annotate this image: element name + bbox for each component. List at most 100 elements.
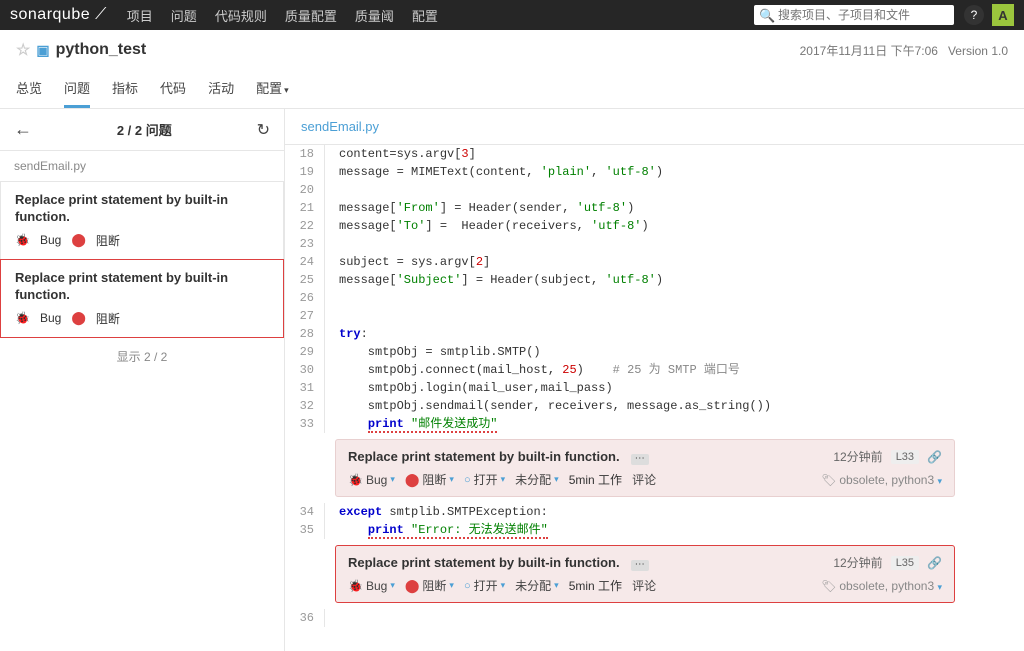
- search-box: 🔍: [754, 5, 954, 25]
- code-line: 35 print "Error: 无法发送邮件": [285, 521, 1024, 539]
- effort-label: 5min 工作: [569, 577, 622, 594]
- header-meta: 2017年11月11日 下午7:06 Version 1.0: [800, 42, 1008, 59]
- nav-projects[interactable]: 项目: [127, 6, 153, 25]
- line-number: 18: [285, 145, 325, 163]
- search-input[interactable]: [754, 5, 954, 25]
- line-number: 22: [285, 217, 325, 235]
- tab-overview[interactable]: 总览: [16, 70, 42, 108]
- tag-icon: 🏷: [821, 579, 836, 593]
- issue-age: 12分钟前: [833, 554, 882, 571]
- comments-button[interactable]: 评论: [632, 471, 656, 488]
- severity-selector[interactable]: ⬤阻断▾: [405, 577, 454, 594]
- line-number: 32: [285, 397, 325, 415]
- code-line: 25message['Subject'] = Header(subject, '…: [285, 271, 1024, 289]
- more-icon[interactable]: ⋯: [631, 454, 649, 465]
- code-line: 28try:: [285, 325, 1024, 343]
- code-line: 20: [285, 181, 1024, 199]
- sidebar-file-label: sendEmail.py: [0, 151, 284, 182]
- tags-selector[interactable]: 🏷obsolete, python3 ▾: [821, 473, 942, 487]
- severity-selector[interactable]: ⬤阻断▾: [405, 471, 454, 488]
- issue-inline[interactable]: Replace print statement by built-in func…: [335, 439, 955, 497]
- tabs: 总览 问题 指标 代码 活动 配置▾: [16, 70, 1008, 108]
- permalink-icon[interactable]: 🔗: [927, 556, 942, 570]
- tags-selector[interactable]: 🏷obsolete, python3 ▾: [821, 579, 942, 593]
- issue-type: Bug: [40, 311, 61, 325]
- effort-label: 5min 工作: [569, 471, 622, 488]
- tab-activity[interactable]: 活动: [208, 70, 234, 108]
- project-header: ☆ ▣ python_test 2017年11月11日 下午7:06 Versi…: [0, 30, 1024, 109]
- sidebar: ← 2 / 2 问题 ↻ sendEmail.py Replace print …: [0, 109, 285, 651]
- back-icon[interactable]: ←: [14, 119, 32, 140]
- bug-icon: 🐞: [15, 311, 30, 325]
- line-number: 20: [285, 181, 325, 199]
- tab-admin[interactable]: 配置▾: [256, 70, 289, 108]
- line-number: 28: [285, 325, 325, 343]
- assignee-selector[interactable]: 未分配▾: [515, 577, 559, 594]
- line-number: 29: [285, 343, 325, 361]
- nav-gates[interactable]: 质量阈: [355, 6, 394, 25]
- line-number: 33: [285, 415, 325, 433]
- permalink-icon[interactable]: 🔗: [927, 450, 942, 464]
- issue-list-item[interactable]: Replace print statement by built-in func…: [0, 181, 284, 260]
- comments-button[interactable]: 评论: [632, 577, 656, 594]
- code-line: 36: [285, 609, 1024, 627]
- status-selector[interactable]: ○打开▾: [464, 577, 505, 594]
- logo[interactable]: sonarqube ⟋: [10, 6, 107, 24]
- issue-counter: 2 / 2 问题: [117, 120, 172, 139]
- line-badge: L33: [891, 450, 919, 464]
- more-icon[interactable]: ⋯: [631, 560, 649, 571]
- line-number: 34: [285, 503, 325, 521]
- line-number: 23: [285, 235, 325, 253]
- type-selector[interactable]: 🐞Bug▾: [348, 579, 395, 593]
- nav-profiles[interactable]: 质量配置: [285, 6, 337, 25]
- assignee-selector[interactable]: 未分配▾: [515, 471, 559, 488]
- file-path[interactable]: sendEmail.py: [285, 109, 1024, 145]
- severity-icon: ⬤: [71, 310, 86, 326]
- star-icon[interactable]: ☆: [16, 40, 30, 60]
- issue-age: 12分钟前: [833, 448, 882, 465]
- code-line: 29 smtpObj = smtplib.SMTP(): [285, 343, 1024, 361]
- code-line: 31 smtpObj.login(mail_user,mail_pass): [285, 379, 1024, 397]
- code-line: 19message = MIMEText(content, 'plain', '…: [285, 163, 1024, 181]
- issue-inline-title: Replace print statement by built-in func…: [348, 555, 620, 570]
- tab-code[interactable]: 代码: [160, 70, 186, 108]
- line-number: 26: [285, 289, 325, 307]
- code-line: 18content=sys.argv[3]: [285, 145, 1024, 163]
- code-line: 23: [285, 235, 1024, 253]
- tab-issues[interactable]: 问题: [64, 70, 90, 108]
- issue-type: Bug: [40, 233, 61, 247]
- bug-icon: 🐞: [15, 233, 30, 247]
- avatar[interactable]: A: [992, 4, 1014, 26]
- code-area[interactable]: 18content=sys.argv[3]19message = MIMETex…: [285, 145, 1024, 651]
- line-number: 35: [285, 521, 325, 539]
- severity-icon: ⬤: [71, 232, 86, 248]
- code-line: 34except smtplib.SMTPException:: [285, 503, 1024, 521]
- project-title: python_test: [56, 41, 147, 59]
- status-selector[interactable]: ○打开▾: [464, 471, 505, 488]
- issue-inline-title: Replace print statement by built-in func…: [348, 449, 620, 464]
- code-line: 26: [285, 289, 1024, 307]
- nav-admin[interactable]: 配置: [412, 6, 438, 25]
- line-number: 30: [285, 361, 325, 379]
- search-icon: 🔍: [759, 8, 775, 24]
- issue-title: Replace print statement by built-in func…: [15, 192, 269, 226]
- main-panel: sendEmail.py 18content=sys.argv[3]19mess…: [285, 109, 1024, 651]
- tab-measures[interactable]: 指标: [112, 70, 138, 108]
- nav-issues[interactable]: 问题: [171, 6, 197, 25]
- nav-rules[interactable]: 代码规则: [215, 6, 267, 25]
- reload-icon[interactable]: ↻: [257, 120, 270, 140]
- help-icon[interactable]: ?: [964, 5, 984, 25]
- line-number: 27: [285, 307, 325, 325]
- top-nav: 项目 问题 代码规则 质量配置 质量阈 配置: [127, 6, 754, 25]
- code-line: 24subject = sys.argv[2]: [285, 253, 1024, 271]
- issue-inline[interactable]: Replace print statement by built-in func…: [335, 545, 955, 603]
- line-number: 24: [285, 253, 325, 271]
- code-line: 32 smtpObj.sendmail(sender, receivers, m…: [285, 397, 1024, 415]
- code-line: 33 print "邮件发送成功": [285, 415, 1024, 433]
- issue-list-item[interactable]: Replace print statement by built-in func…: [0, 259, 284, 338]
- code-line: 30 smtpObj.connect(mail_host, 25) # 25 为…: [285, 361, 1024, 379]
- line-number: 21: [285, 199, 325, 217]
- type-selector[interactable]: 🐞Bug▾: [348, 473, 395, 487]
- line-number: 25: [285, 271, 325, 289]
- issue-severity: 阻断: [96, 232, 120, 249]
